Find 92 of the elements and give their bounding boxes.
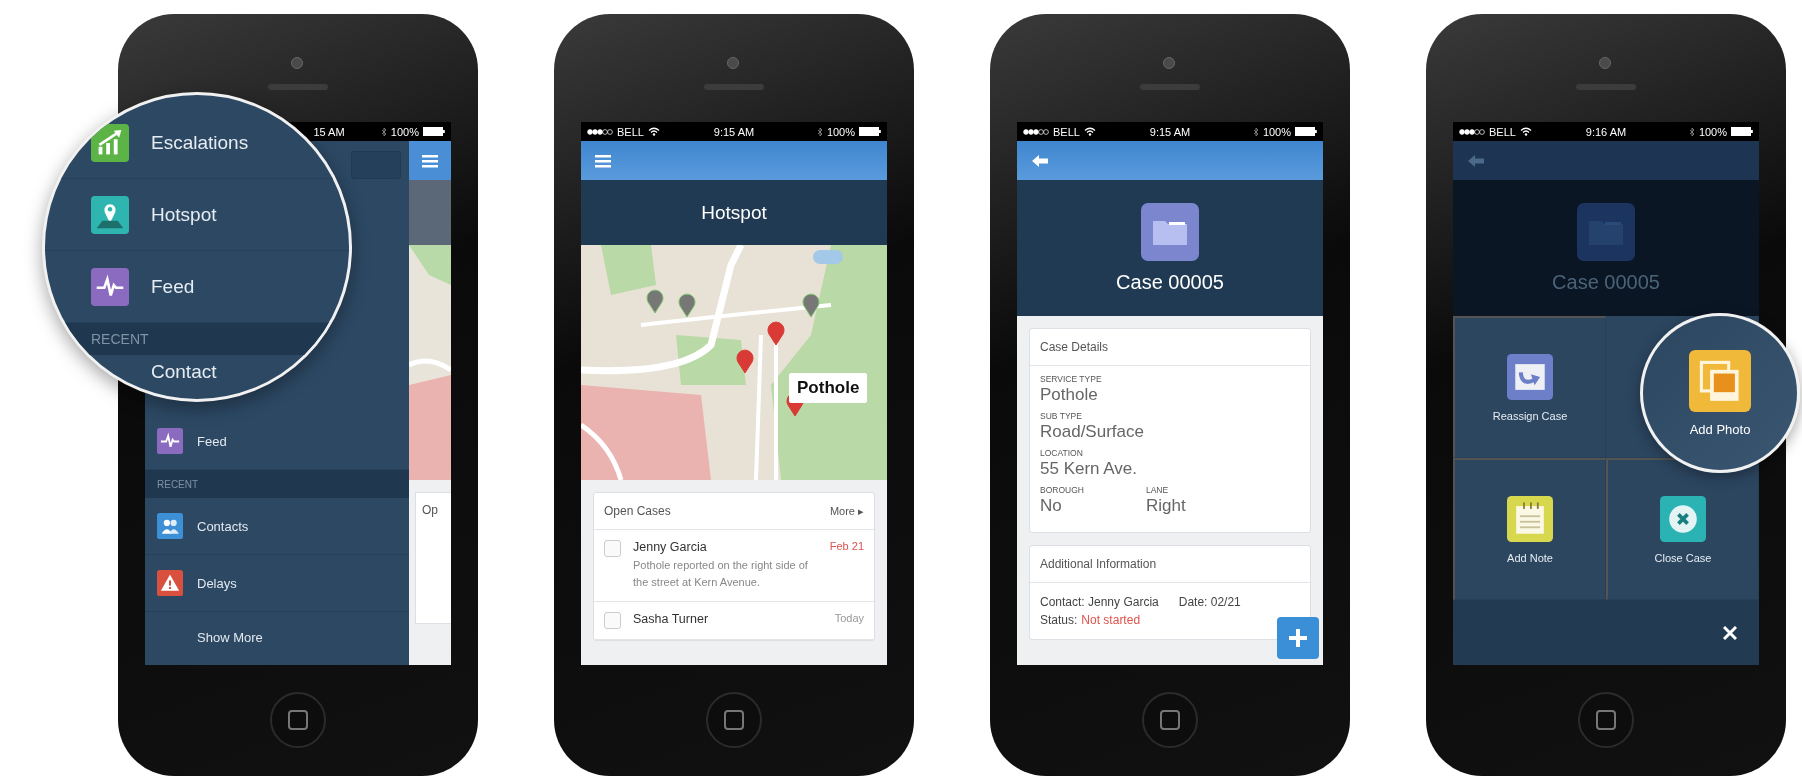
signal-icon [587,128,613,135]
menu-icon [595,153,611,168]
battery-percent: 100% [390,125,419,138]
home-button[interactable] [706,692,762,748]
card-title: Additional Information [1040,557,1157,571]
date-text: Date: 02/21 [1178,594,1241,611]
status-time: 9:15 AM [1149,125,1191,138]
field-value: Road/Surface [1040,422,1145,442]
back-arrow-icon [1467,153,1485,168]
folder-icon [1577,202,1635,261]
bluetooth-icon [1688,126,1695,137]
plus-icon [1289,629,1307,647]
menu-label: Contacts [197,518,249,534]
card-title: Case Details [1040,340,1109,354]
camera-lens [1599,57,1611,69]
battery-percent: 100% [826,125,855,138]
status-label: Status: [1040,612,1078,629]
home-button[interactable] [270,692,326,748]
status-time: 9:16 AM [1585,125,1627,138]
section-header: RECENT [145,470,409,498]
bluetooth-icon [380,126,387,137]
field-label: LANE [1145,485,1170,495]
case-name[interactable]: Sasha Turner [633,612,709,626]
battery-percent: 100% [1262,125,1291,138]
back-arrow-icon [1031,153,1049,168]
record-title: Case 00005 [1552,270,1660,294]
bluetooth-icon [1252,126,1259,137]
wifi-icon [647,127,660,136]
add-button[interactable] [1277,617,1319,659]
field-label: BOROUGH [1040,485,1084,495]
case-name[interactable]: Jenny Garcia [633,540,707,554]
menu-label: Delays [197,575,237,591]
carrier-name: BELL [617,125,644,138]
wifi-icon [1083,127,1096,136]
folder-icon [1141,202,1199,261]
home-button[interactable] [1578,692,1634,748]
field-value: 55 Kern Ave. [1040,459,1139,479]
field-label: SERVICE TYPE [1040,374,1103,384]
menu-item[interactable]: Delays [145,555,409,612]
field-value: Pothole [1040,385,1099,405]
home-button[interactable] [1142,692,1198,748]
battery-percent: 100% [1698,125,1727,138]
contact-text: Contact: Jenny Garcia [1040,594,1159,611]
checkbox[interactable] [604,612,621,629]
field-label: LOCATION [1040,448,1084,458]
carrier-name: BELL [1489,125,1516,138]
case-description: Pothole reported on the right side of the street at Kern Avenue. [633,558,809,590]
more-link[interactable]: More ▸ [829,504,864,518]
status-time: 9:15 AM [713,125,755,138]
action-label: Close Case [1654,551,1712,564]
close-button[interactable] [1723,625,1737,640]
action-label: Add Photo [1689,421,1751,437]
signal-icon [1023,128,1049,135]
menu-label: Hotspot [151,203,217,226]
action-label: Add Note [1507,551,1553,564]
case-date: Feb 21 [829,540,864,554]
battery-icon [423,127,445,136]
menu-label: Escalations [151,131,249,154]
menu-label: Feed [197,433,227,449]
menu-item[interactable]: Hotspot [45,179,349,251]
field-value: Right [1145,496,1186,516]
record-title: Case 00005 [1116,270,1224,294]
menu-icon [422,153,438,168]
card-title: Op [415,492,451,624]
status-value: Not started [1081,612,1141,629]
action-button[interactable]: Add Note [1453,458,1606,600]
close-icon [1723,625,1737,640]
menu-label: Contact [151,361,217,382]
page-title: Hotspot [701,201,767,224]
camera-lens [727,57,739,69]
wifi-icon [1519,127,1532,136]
field-value: No [1040,496,1063,516]
menu-item[interactable]: Contacts [145,498,409,555]
field-label: SUB TYPE [1040,411,1083,421]
card-title: Open Cases [604,504,671,518]
menu-label: Feed [151,275,195,298]
checkbox[interactable] [604,540,621,557]
case-date: Today [834,612,864,626]
action-label: Reassign Case [1492,409,1568,422]
map-callout: Pothole [789,373,868,403]
status-time: 15 AM [313,125,345,138]
carrier-name: BELL [1053,125,1080,138]
camera-lens [291,57,303,69]
show-more-link[interactable]: Show More [145,612,409,662]
camera-lens [1163,57,1175,69]
bluetooth-icon [816,126,823,137]
battery-icon [1731,127,1753,136]
header-bar [409,180,451,245]
battery-icon [859,127,881,136]
battery-icon [1295,127,1317,136]
action-button[interactable]: Reassign Case [1453,316,1606,458]
signal-icon [1459,128,1485,135]
